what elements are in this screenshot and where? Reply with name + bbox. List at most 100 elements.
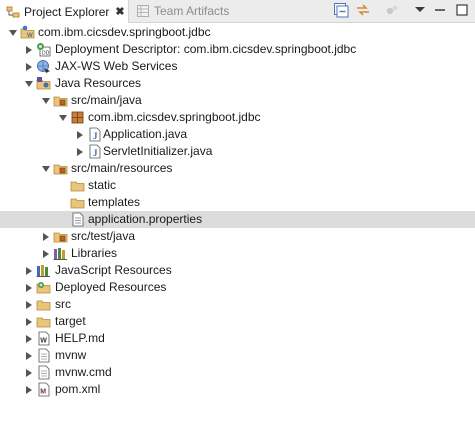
tree-item-label: static <box>88 178 117 192</box>
collapsed-arrow-icon[interactable] <box>41 248 51 258</box>
tree-item-label: application.properties <box>88 212 203 226</box>
collapsed-arrow-icon[interactable] <box>24 265 34 275</box>
tree-item-label: ServletInitializer.java <box>103 144 213 158</box>
tab-project-explorer-label: Project Explorer <box>24 4 110 19</box>
tab-team-artifacts[interactable]: Team Artifacts <box>130 0 229 22</box>
team-artifacts-icon <box>136 4 150 18</box>
tree-item-src-main-resources[interactable]: src/main/resources <box>0 160 475 177</box>
tree-item-src[interactable]: src <box>0 296 475 313</box>
svg-text:DD: DD <box>42 51 50 57</box>
view-menu-icon[interactable] <box>412 2 428 18</box>
tree-item-src-main-java[interactable]: src/main/java <box>0 92 475 109</box>
package-icon <box>70 110 85 125</box>
dynamic-web-project-icon: W <box>20 25 35 40</box>
project-explorer-icon <box>6 5 20 19</box>
tree-item-java-resources[interactable]: Java Resources <box>0 75 475 92</box>
collapsed-arrow-icon[interactable] <box>24 384 34 394</box>
tree-item-static[interactable]: static <box>0 177 475 194</box>
tree-item-help-md[interactable]: W HELP.md <box>0 330 475 347</box>
libraries-icon <box>53 246 68 261</box>
tree-item-application-properties[interactable]: application.properties <box>0 211 475 228</box>
collapsed-arrow-icon[interactable] <box>41 231 51 241</box>
text-file-icon <box>36 365 51 380</box>
expanded-arrow-icon[interactable] <box>24 78 34 88</box>
markdown-file-icon: W <box>36 331 51 346</box>
tree-item-label: com.ibm.cicsdev.springboot.jdbc <box>38 25 211 39</box>
tab-project-explorer[interactable]: Project Explorer ✖ <box>0 0 129 23</box>
tree-item-label: Deployed Resources <box>55 280 167 294</box>
tree-item-src-test-java[interactable]: src/test/java <box>0 228 475 245</box>
tree-item-label: Libraries <box>71 246 118 260</box>
source-folder-icon <box>53 93 68 108</box>
tree-item-label: Application.java <box>103 127 188 141</box>
collapsed-arrow-icon[interactable] <box>24 299 34 309</box>
collapsed-arrow-icon[interactable] <box>24 316 34 326</box>
text-file-icon <box>36 348 51 363</box>
collapsed-arrow-icon[interactable] <box>75 146 85 156</box>
tree-item-label: mvnw <box>55 348 87 362</box>
java-file-icon: J <box>87 127 102 142</box>
link-with-editor-icon[interactable] <box>355 2 371 18</box>
expanded-arrow-icon[interactable] <box>41 163 51 173</box>
tree-item-templates[interactable]: templates <box>0 194 475 211</box>
close-tab-icon[interactable]: ✖ <box>115 5 124 18</box>
tree-item-deployment-descriptor[interactable]: DD Deployment Descriptor: com.ibm.cicsde… <box>0 41 475 58</box>
minimize-view-icon[interactable] <box>432 2 448 18</box>
java-file-icon: J <box>87 144 102 159</box>
tree-item-label: HELP.md <box>55 331 105 345</box>
collapsed-arrow-icon[interactable] <box>24 61 34 71</box>
tree-item-mvnw[interactable]: mvnw <box>0 347 475 364</box>
tree-item-label: src <box>55 297 71 311</box>
deployed-resources-icon <box>36 280 51 295</box>
java-resources-icon <box>36 76 51 91</box>
tree-item-label: target <box>55 314 86 328</box>
collapsed-arrow-icon[interactable] <box>24 282 34 292</box>
folder-icon <box>70 178 85 193</box>
view-tab-bar: Project Explorer ✖ Team Artifacts <box>0 0 475 23</box>
svg-text:W: W <box>27 33 33 39</box>
tab-team-artifacts-label: Team Artifacts <box>154 4 230 18</box>
tree-item-deployed-resources[interactable]: Deployed Resources <box>0 279 475 296</box>
tree-item-project-root[interactable]: W com.ibm.cicsdev.springboot.jdbc <box>0 24 475 41</box>
expanded-arrow-icon[interactable] <box>41 95 51 105</box>
properties-file-icon <box>70 212 85 227</box>
tree-item-label: Deployment Descriptor: com.ibm.cicsdev.s… <box>55 42 357 56</box>
collapsed-arrow-icon[interactable] <box>24 350 34 360</box>
project-explorer-panel: Project Explorer ✖ Team Artifacts W com.… <box>0 0 475 432</box>
collapse-all-icon[interactable] <box>333 2 349 18</box>
folder-icon <box>70 195 85 210</box>
tree-item-label: src/main/resources <box>71 161 173 175</box>
tree-item-label: src/main/java <box>71 93 142 107</box>
focus-on-work-week-icon[interactable] <box>384 2 400 18</box>
tree-item-application-java[interactable]: J Application.java <box>0 126 475 143</box>
tree-item-label: mvnw.cmd <box>55 365 112 379</box>
maximize-view-icon[interactable] <box>454 2 470 18</box>
maven-pom-icon: M <box>36 382 51 397</box>
collapsed-arrow-icon[interactable] <box>24 44 34 54</box>
tree-item-label: JavaScript Resources <box>55 263 172 277</box>
source-folder-icon <box>53 229 68 244</box>
svg-text:M: M <box>40 389 46 396</box>
svg-text:W: W <box>40 338 47 345</box>
source-folder-icon <box>53 161 68 176</box>
tree-item-pom-xml[interactable]: M pom.xml <box>0 381 475 398</box>
collapsed-arrow-icon[interactable] <box>24 367 34 377</box>
tree-item-label: Java Resources <box>55 76 142 90</box>
tree-item-javascript-resources[interactable]: JavaScript Resources <box>0 262 475 279</box>
collapsed-arrow-icon[interactable] <box>75 129 85 139</box>
svg-text:J: J <box>93 148 98 158</box>
folder-icon <box>36 314 51 329</box>
expanded-arrow-icon[interactable] <box>58 112 68 122</box>
tree-item-target[interactable]: target <box>0 313 475 330</box>
tree-item-mvnw-cmd[interactable]: mvnw.cmd <box>0 364 475 381</box>
collapsed-arrow-icon[interactable] <box>24 333 34 343</box>
tree-item-label: com.ibm.cicsdev.springboot.jdbc <box>88 110 261 124</box>
javascript-resources-icon <box>36 263 51 278</box>
tree-item-package[interactable]: com.ibm.cicsdev.springboot.jdbc <box>0 109 475 126</box>
tree-item-label: pom.xml <box>55 382 101 396</box>
tree-item-jaxws[interactable]: JAX-WS Web Services <box>0 58 475 75</box>
folder-icon <box>36 297 51 312</box>
tree-item-servlet-initializer[interactable]: J ServletInitializer.java <box>0 143 475 160</box>
tree-item-libraries[interactable]: Libraries <box>0 245 475 262</box>
expanded-arrow-icon[interactable] <box>8 27 18 37</box>
